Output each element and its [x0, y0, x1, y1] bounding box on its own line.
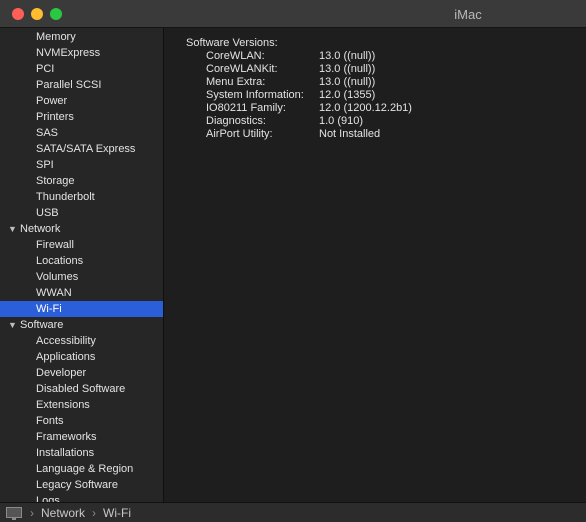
info-key: CoreWLAN: [206, 50, 265, 62]
info-key: IO80211 Family: [206, 102, 286, 114]
sidebar-item-printers[interactable]: Printers [0, 109, 163, 125]
info-value: 13.0 ((null)) [319, 63, 376, 75]
sidebar-item-extensions[interactable]: Extensions [0, 397, 163, 413]
sidebar-item-firewall[interactable]: Firewall [0, 237, 163, 253]
info-key: CoreWLANKit: [206, 63, 278, 75]
info-row: Menu Extra: 13.0 ((null)) [206, 76, 375, 89]
sidebar-item-pci[interactable]: PCI [0, 61, 163, 77]
sidebar-item-nvmexpress[interactable]: NVMExpress [0, 45, 163, 61]
path-bar: › Network › Wi-Fi [0, 502, 586, 522]
sidebar-item-applications[interactable]: Applications [0, 349, 163, 365]
info-value: 12.0 (1200.12.2b1) [319, 102, 412, 114]
sidebar-item-disabled-software[interactable]: Disabled Software [0, 381, 163, 397]
sidebar-item-wifi[interactable]: Wi-Fi [0, 301, 163, 317]
info-row: CoreWLAN: 13.0 ((null)) [206, 50, 375, 63]
title-bar: iMac [0, 0, 586, 28]
sidebar-item-volumes[interactable]: Volumes [0, 269, 163, 285]
breadcrumb-separator: › [30, 506, 34, 520]
section-heading: Software Versions: [186, 37, 278, 49]
sidebar-item-spi[interactable]: SPI [0, 157, 163, 173]
sidebar-item-wwan[interactable]: WWAN [0, 285, 163, 301]
sidebar-item-fonts[interactable]: Fonts [0, 413, 163, 429]
sidebar-item-parallel-scsi[interactable]: Parallel SCSI [0, 77, 163, 93]
breadcrumb-network[interactable]: Network [41, 506, 85, 520]
info-value: 13.0 ((null)) [319, 76, 376, 88]
sidebar-item-sata[interactable]: SATA/SATA Express [0, 141, 163, 157]
disclosure-triangle-icon[interactable]: ▼ [8, 317, 20, 333]
computer-icon[interactable] [6, 507, 22, 520]
sidebar-item-memory[interactable]: Memory [0, 29, 163, 45]
sidebar-item-storage[interactable]: Storage [0, 173, 163, 189]
sidebar-item-logs[interactable]: Logs [0, 493, 163, 502]
sidebar-item-power[interactable]: Power [0, 93, 163, 109]
info-row: System Information: 12.0 (1355) [206, 89, 375, 102]
sidebar-item-developer[interactable]: Developer [0, 365, 163, 381]
sidebar-group-network[interactable]: ▼ Network [0, 221, 163, 237]
info-value: 1.0 (910) [319, 115, 364, 127]
info-key: Menu Extra: [206, 76, 266, 88]
sidebar-item-usb[interactable]: USB [0, 205, 163, 221]
sidebar-item-legacy-software[interactable]: Legacy Software [0, 477, 163, 493]
info-value: Not Installed [319, 128, 381, 140]
info-row: AirPort Utility: Not Installed [206, 128, 380, 141]
sidebar-group-label: Network [20, 223, 61, 235]
disclosure-triangle-icon[interactable]: ▼ [8, 221, 20, 237]
sidebar-item-frameworks[interactable]: Frameworks [0, 429, 163, 445]
info-key: Diagnostics: [206, 115, 266, 127]
sidebar-item-language-region[interactable]: Language & Region [0, 461, 163, 477]
info-value: 13.0 ((null)) [319, 50, 376, 62]
info-key: System Information: [206, 89, 304, 101]
sidebar-group-label: Software [20, 319, 64, 331]
sidebar-group-software[interactable]: ▼ Software [0, 317, 163, 333]
info-row: IO80211 Family: 12.0 (1200.12.2b1) [206, 102, 412, 115]
breadcrumb-separator: › [92, 506, 96, 520]
info-row: CoreWLANKit: 13.0 ((null)) [206, 63, 375, 76]
sidebar-item-accessibility[interactable]: Accessibility [0, 333, 163, 349]
breadcrumb-wifi[interactable]: Wi-Fi [103, 506, 131, 520]
system-information-window: iMac Memory NVMExpress PCI Parallel SCSI… [0, 0, 586, 522]
detail-pane: Software Versions: CoreWLAN: 13.0 ((null… [165, 28, 586, 502]
window-title: iMac [454, 7, 482, 22]
sidebar[interactable]: Memory NVMExpress PCI Parallel SCSI Powe… [0, 28, 164, 502]
sidebar-item-installations[interactable]: Installations [0, 445, 163, 461]
info-row: Diagnostics: 1.0 (910) [206, 115, 363, 128]
sidebar-item-thunderbolt[interactable]: Thunderbolt [0, 189, 163, 205]
sidebar-item-sas[interactable]: SAS [0, 125, 163, 141]
sidebar-item-locations[interactable]: Locations [0, 253, 163, 269]
info-key: AirPort Utility: [206, 128, 273, 140]
info-value: 12.0 (1355) [319, 89, 376, 101]
